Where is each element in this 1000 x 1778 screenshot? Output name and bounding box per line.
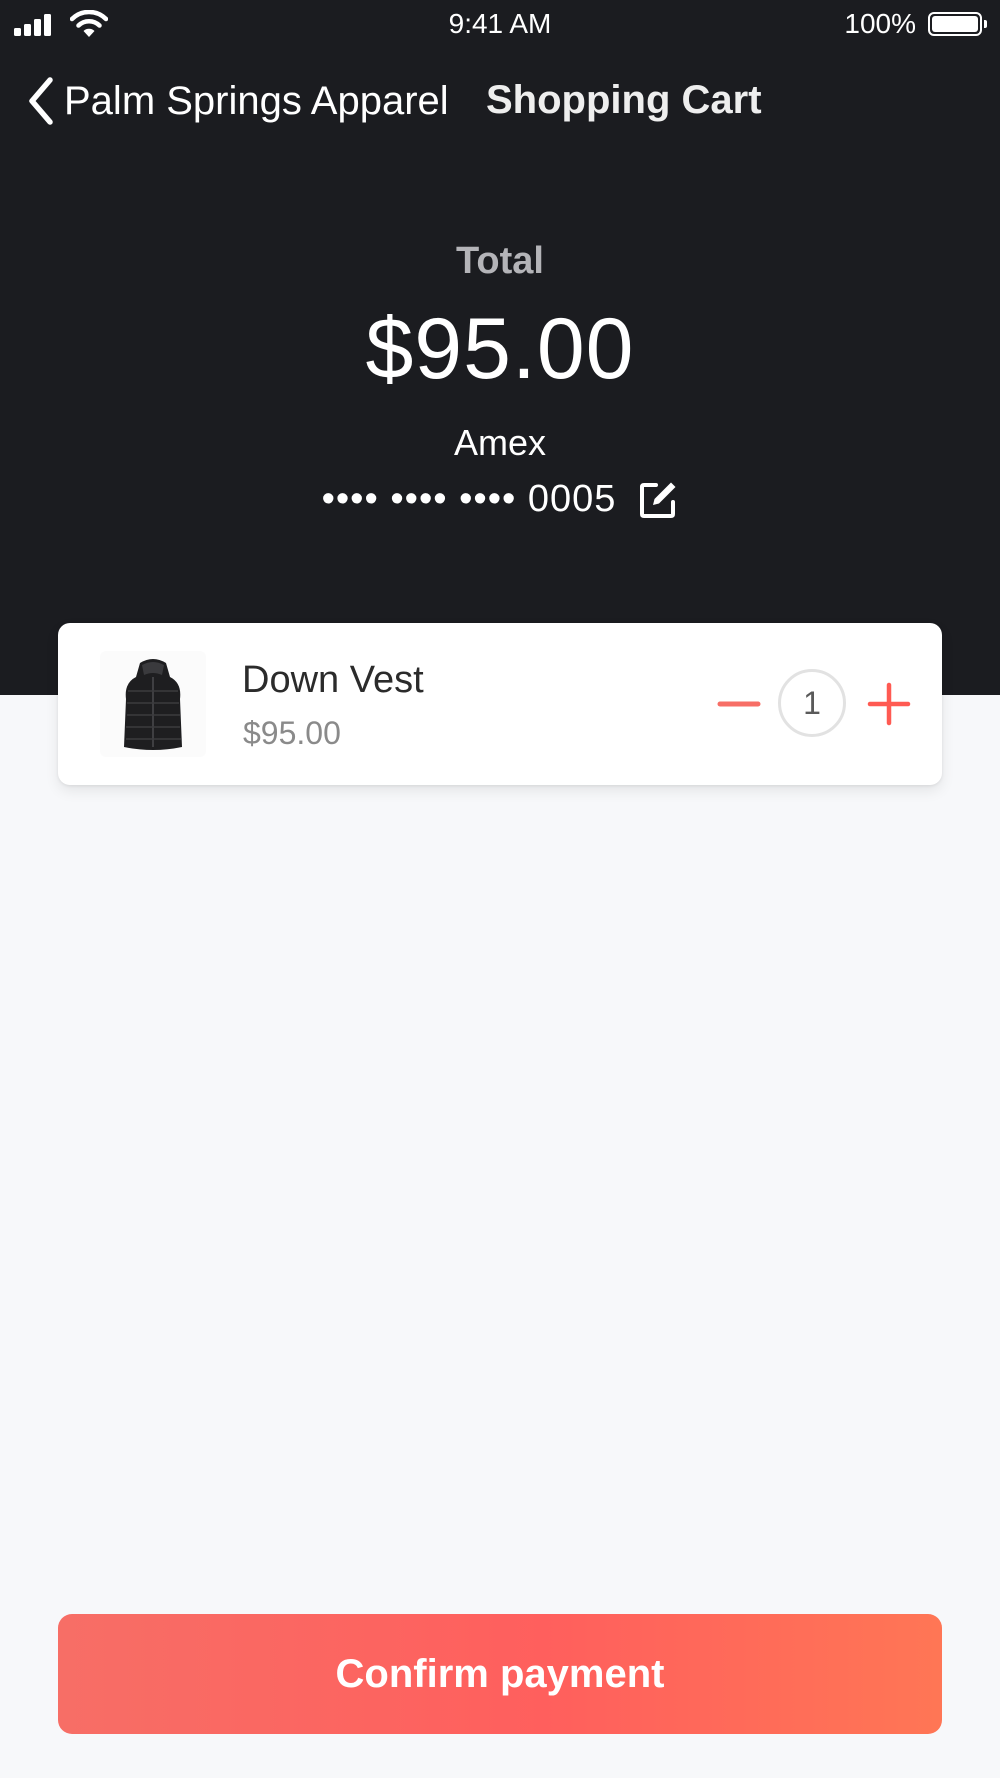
battery-icon bbox=[928, 12, 987, 36]
quantity-display: 1 bbox=[778, 669, 846, 737]
cart-item: Down Vest $95.00 1 bbox=[58, 623, 942, 785]
back-label: Palm Springs Apparel bbox=[64, 78, 449, 123]
total-amount: $95.00 bbox=[365, 301, 635, 397]
card-number: •••• •••• •••• 0005 bbox=[321, 478, 617, 520]
item-name: Down Vest bbox=[242, 659, 424, 701]
vest-icon bbox=[124, 659, 182, 750]
status-bar: 9:41 AM 100% bbox=[0, 0, 1000, 50]
confirm-payment-button[interactable]: Confirm payment bbox=[58, 1614, 942, 1734]
decrease-quantity-button[interactable] bbox=[716, 681, 762, 727]
product-thumbnail bbox=[100, 651, 206, 757]
back-button[interactable]: Palm Springs Apparel bbox=[24, 74, 449, 128]
total-label: Total bbox=[456, 240, 544, 282]
item-price: $95.00 bbox=[243, 715, 341, 751]
header-panel: 9:41 AM 100% Palm Springs Apparel Shoppi… bbox=[0, 0, 1000, 695]
edit-icon[interactable] bbox=[638, 480, 678, 520]
chevron-left-icon bbox=[29, 77, 53, 125]
battery-percent: 100% bbox=[844, 8, 916, 39]
navigation-bar: Palm Springs Apparel Shopping Cart bbox=[0, 60, 1000, 140]
increase-quantity-button[interactable] bbox=[866, 681, 912, 727]
card-brand: Amex bbox=[453, 422, 547, 463]
payment-card-row: •••• •••• •••• 0005 bbox=[0, 478, 1000, 521]
page-title: Shopping Cart bbox=[486, 78, 762, 122]
